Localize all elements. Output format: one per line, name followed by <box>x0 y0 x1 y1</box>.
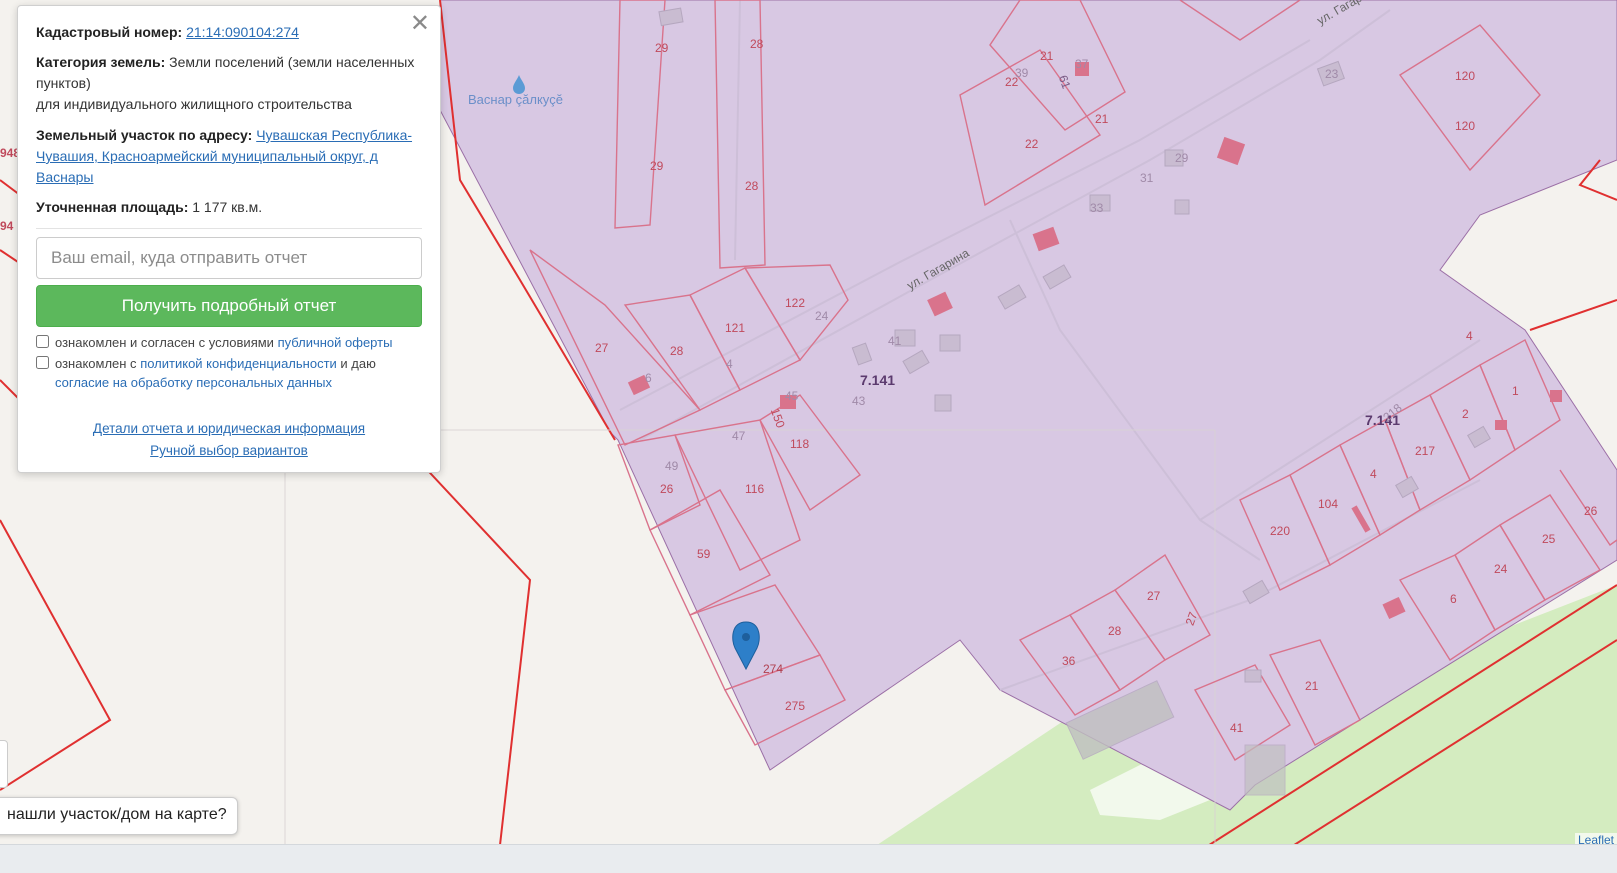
parcel-number: 1 <box>1512 384 1519 398</box>
email-input[interactable] <box>36 237 422 279</box>
parcel-number: 28 <box>745 179 759 193</box>
zone-label: 7.141 <box>860 372 895 388</box>
popup-links: Детали отчета и юридическая информация Р… <box>36 418 422 462</box>
help-hint-button[interactable]: нашли участок/дом на карте? <box>0 797 238 835</box>
parcel-number: 59 <box>697 547 711 561</box>
parcel-number: 33 <box>1090 201 1104 215</box>
parcel-number: 37 <box>1075 57 1089 71</box>
parcel-number: 24 <box>815 309 829 323</box>
side-control[interactable] <box>0 740 8 788</box>
parcel-number: 28 <box>750 37 764 51</box>
parcel-number: 120 <box>1455 119 1475 133</box>
address-row: Земельный участок по адресу: Чувашская Р… <box>36 125 422 188</box>
category-use: для индивидуального жилищного строительс… <box>36 96 352 112</box>
parcel-number: 27 <box>1147 589 1161 603</box>
parcel-number: 4 <box>1370 467 1377 481</box>
parcel-number: 21 <box>1305 679 1319 693</box>
parcel-number: 104 <box>1318 497 1338 511</box>
parcel-number: 26 <box>1584 504 1598 518</box>
parcel-number: 28 <box>1108 624 1122 638</box>
privacy-policy-link[interactable]: политикой конфиденциальности <box>140 356 337 371</box>
parcel-info-popup: ✕ Кадастровый номер: 21:14:090104:274 Ка… <box>17 5 441 473</box>
public-offer-link[interactable]: публичной оферты <box>278 335 393 350</box>
category-label: Категория земель: <box>36 54 166 70</box>
area-row: Уточненная площадь: 1 177 кв.м. <box>36 197 422 218</box>
area-label: Уточненная площадь: <box>36 199 189 215</box>
parcel-number: 29 <box>655 41 669 55</box>
consent-privacy: ознакомлен с политикой конфиденциальност… <box>36 354 422 392</box>
parcel-number: 22 <box>1025 137 1039 151</box>
parcel-number: 120 <box>1455 69 1475 83</box>
parcel-number: 4 <box>726 357 733 371</box>
consent-privacy-text-a: ознакомлен с <box>55 356 137 371</box>
parcel-number: 220 <box>1270 524 1290 538</box>
parcel-number: 116 <box>745 482 764 496</box>
consent-offer-text: ознакомлен и согласен с условиями <box>55 335 274 350</box>
parcel-number: 47 <box>732 429 746 443</box>
parcel-number: 41 <box>888 334 902 348</box>
parcel-number: 26 <box>660 482 674 496</box>
consent-privacy-checkbox[interactable] <box>36 356 49 369</box>
get-report-button[interactable]: Получить подробный отчет <box>36 285 422 327</box>
parcel-number: 36 <box>1062 654 1076 668</box>
parcel-number: 41 <box>1230 721 1244 735</box>
personal-data-consent-link[interactable]: согласие на обработку персональных данны… <box>55 375 332 390</box>
address-label: Земельный участок по адресу: <box>36 127 253 143</box>
parcel-number: 121 <box>725 321 745 335</box>
parcel-number: 118 <box>790 437 809 451</box>
divider <box>36 228 422 229</box>
parcel-number: 122 <box>785 296 805 310</box>
cadastral-row: Кадастровый номер: 21:14:090104:274 <box>36 22 422 43</box>
parcel-number: 31 <box>1140 171 1154 185</box>
cadastral-label: Кадастровый номер: <box>36 24 183 40</box>
category-row: Категория земель: Земли поселений (земли… <box>36 52 422 115</box>
parcel-number: 39 <box>1015 66 1029 80</box>
parcel-number: 21 <box>1040 49 1054 63</box>
parcel-number: 27 <box>595 341 609 355</box>
consent-offer-checkbox[interactable] <box>36 335 49 348</box>
parcel-number: 29 <box>650 159 664 173</box>
consent-offer: ознакомлен и согласен с условиями публич… <box>36 333 422 352</box>
parcel-number: 28 <box>670 344 684 358</box>
parcel-number: 49 <box>665 459 679 473</box>
parcel-number: 6 <box>1450 592 1457 606</box>
report-details-link[interactable]: Детали отчета и юридическая информация <box>36 418 422 440</box>
area-value: 1 177 кв.м. <box>192 199 263 215</box>
cadastral-number-link[interactable]: 21:14:090104:274 <box>186 24 299 40</box>
parcel-number: 4 <box>1466 329 1473 343</box>
parcel-number: 6 <box>645 371 652 385</box>
parcel-number: 2 <box>1462 407 1469 421</box>
parcel-number: 29 <box>1175 151 1189 165</box>
edge-label: 94 <box>0 219 14 233</box>
consent-privacy-text-b: и даю <box>340 356 376 371</box>
parcel-number: 21 <box>1095 112 1109 126</box>
parcel-number: 217 <box>1415 444 1435 458</box>
close-icon[interactable]: ✕ <box>410 12 430 36</box>
parcel-number: 43 <box>852 394 866 408</box>
water-label: Васнар çӑлкуçӗ <box>468 92 563 107</box>
bottom-bar <box>0 844 1617 873</box>
parcel-number: 24 <box>1494 562 1508 576</box>
parcel-number: 274 <box>763 662 783 676</box>
parcel-number: 25 <box>1542 532 1556 546</box>
parcel-number: 23 <box>1325 67 1339 81</box>
parcel-number: 275 <box>785 699 805 713</box>
parcel-number: 45 <box>785 389 799 403</box>
manual-selection-link[interactable]: Ручной выбор вариантов <box>36 440 422 462</box>
